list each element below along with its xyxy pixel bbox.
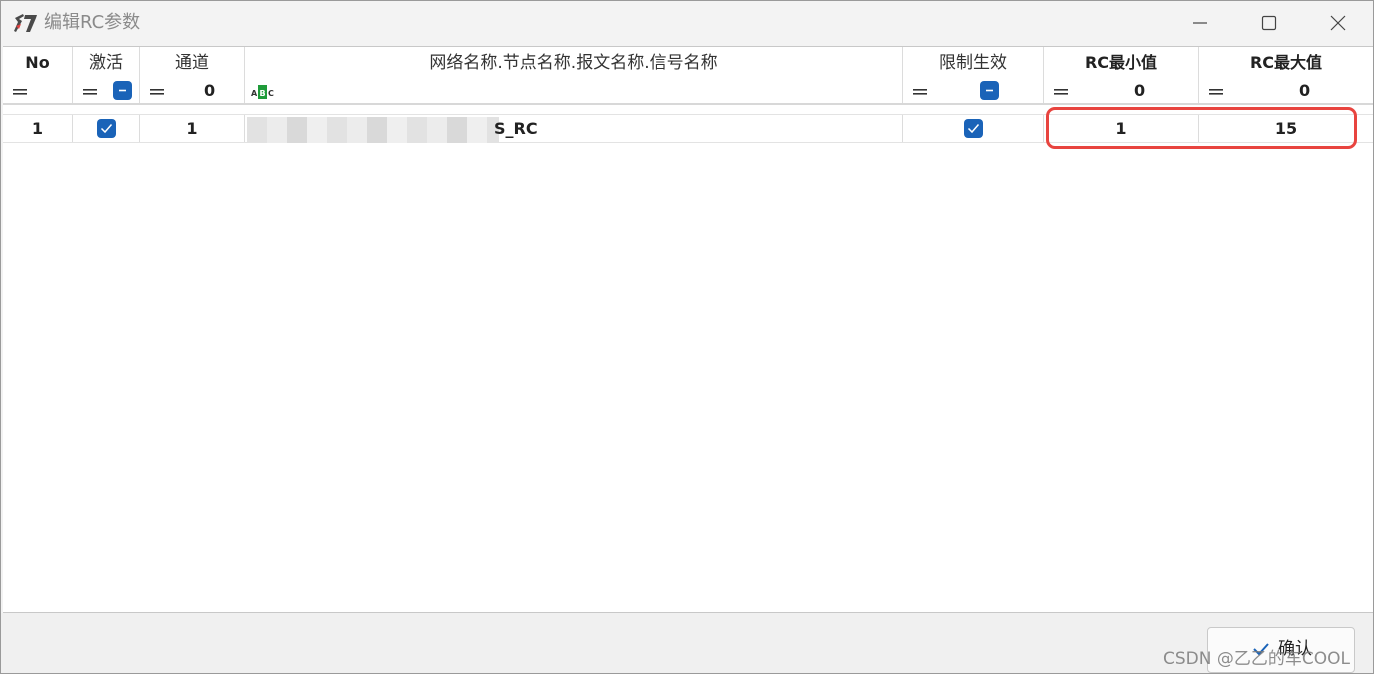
rc-range-highlight-box xyxy=(1046,107,1357,149)
minus-icon xyxy=(986,89,993,92)
col-header-rc-min[interactable]: RC最小值 0 xyxy=(1044,47,1199,103)
col-label-limit-enabled: 限制生效 xyxy=(939,53,1007,73)
cell-no[interactable]: 1 xyxy=(3,115,73,142)
col-label-channel: 通道 xyxy=(175,53,209,73)
filter-equals-icon[interactable] xyxy=(1054,89,1068,95)
watermark: CSDN @乙乙的车COOL xyxy=(1163,649,1350,669)
cell-active[interactable] xyxy=(73,115,140,142)
col-header-rc-max[interactable]: RC最大值 0 xyxy=(1199,47,1373,103)
table-header: No 激活 通道 0 网络名称.节点名称.报文名称.信号名称 A B C 限制生… xyxy=(3,47,1373,105)
svg-text:C: C xyxy=(268,89,274,98)
col-label-active: 激活 xyxy=(89,53,123,73)
channel-filter-value[interactable]: 0 xyxy=(204,81,215,101)
active-checkbox[interactable] xyxy=(97,119,116,138)
col-header-signal-name[interactable]: 网络名称.节点名称.报文名称.信号名称 A B C xyxy=(245,47,903,103)
window-title: 编辑RC参数 xyxy=(44,12,141,33)
col-header-active[interactable]: 激活 xyxy=(73,47,140,103)
col-header-limit-enabled[interactable]: 限制生效 xyxy=(903,47,1044,103)
limit-enabled-checkbox[interactable] xyxy=(964,119,983,138)
close-icon xyxy=(1330,15,1346,31)
filter-equals-icon[interactable] xyxy=(13,89,27,95)
cell-channel[interactable]: 1 xyxy=(140,115,245,142)
filter-equals-icon[interactable] xyxy=(913,89,927,95)
dialog-footer: 确认 CSDN @乙乙的车COOL xyxy=(1,613,1373,673)
col-header-no[interactable]: No xyxy=(3,47,73,103)
filter-equals-icon[interactable] xyxy=(83,89,97,95)
col-label-signal-name: 网络名称.节点名称.报文名称.信号名称 xyxy=(429,53,718,73)
maximize-button[interactable] xyxy=(1236,1,1302,45)
cell-limit-enabled[interactable] xyxy=(903,115,1044,142)
minus-icon xyxy=(119,89,126,92)
redacted-signal-name xyxy=(247,117,499,143)
close-button[interactable] xyxy=(1305,1,1371,45)
minimize-icon xyxy=(1193,22,1207,24)
svg-text:A: A xyxy=(251,89,258,98)
col-label-no: No xyxy=(25,53,50,72)
svg-text:B: B xyxy=(260,89,266,98)
rc-max-filter-value[interactable]: 0 xyxy=(1299,81,1310,101)
limit-filter-indeterminate-checkbox[interactable] xyxy=(980,81,999,100)
col-label-rc-min: RC最小值 xyxy=(1084,53,1158,72)
row-no: 1 xyxy=(31,119,44,138)
maximize-icon xyxy=(1261,15,1277,31)
app-logo-icon xyxy=(14,14,37,32)
rc-min-filter-value[interactable]: 0 xyxy=(1134,81,1145,101)
cell-signal-name[interactable]: S_RC xyxy=(245,115,903,143)
edit-rc-params-dialog: 编辑RC参数 No 激活 通道 0 网络名称.节点名称.报文名称.信号名称 A … xyxy=(0,0,1374,674)
filter-equals-icon[interactable] xyxy=(150,89,164,95)
filter-equals-icon[interactable] xyxy=(1209,89,1223,95)
active-filter-indeterminate-checkbox[interactable] xyxy=(113,81,132,100)
title-bar[interactable]: 编辑RC参数 xyxy=(1,1,1373,45)
row-signal-name-suffix: S_RC xyxy=(494,119,538,138)
col-label-rc-max: RC最大值 xyxy=(1249,53,1323,72)
row-channel: 1 xyxy=(186,119,198,138)
text-filter-icon[interactable]: A B C xyxy=(251,84,275,100)
checkmark-icon xyxy=(967,124,980,134)
checkmark-icon xyxy=(100,124,113,134)
minimize-button[interactable] xyxy=(1167,1,1233,45)
col-header-channel[interactable]: 通道 0 xyxy=(140,47,245,103)
